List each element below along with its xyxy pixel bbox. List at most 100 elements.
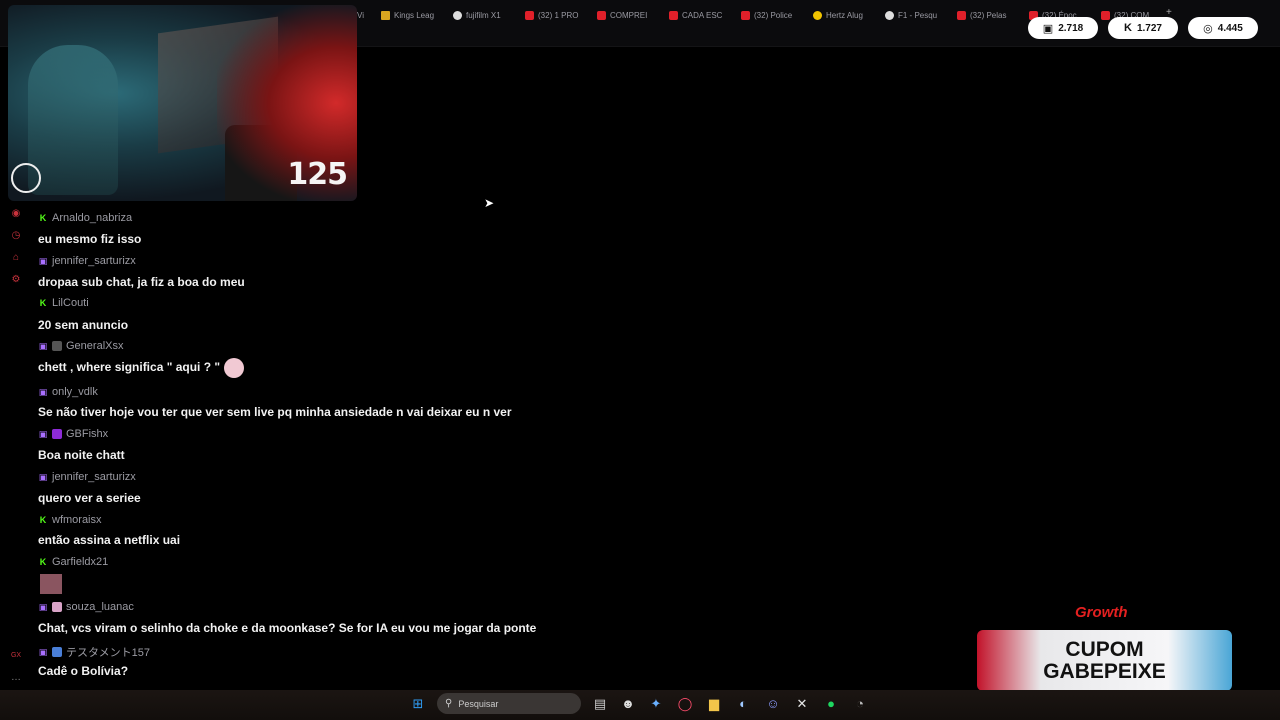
- total-viewer-count: 4.445: [1217, 22, 1243, 34]
- chat-username-row: ▣ souza_luanac: [38, 601, 134, 613]
- streamer-avatar-icon[interactable]: [11, 163, 41, 193]
- chat-username-row: ▣ jennifer_sarturizx: [38, 471, 136, 483]
- kick-icon: K: [39, 515, 47, 525]
- taskbar: ⊞ ⚲ Pesquisar ▤ ☻ ✦ ◯ ▆ ◐ ☺ ✕ ● ◔: [0, 690, 1280, 720]
- obs-icon[interactable]: ◔: [852, 696, 868, 712]
- browser-tab[interactable]: (32) 1 PRO: [525, 8, 581, 22]
- file-explorer-icon[interactable]: ▆: [706, 696, 722, 712]
- search-icon: ⚲: [445, 698, 453, 709]
- steam-icon[interactable]: ◐: [735, 696, 751, 712]
- opera-gx-icon[interactable]: ◯: [677, 696, 693, 712]
- browser-tab[interactable]: COMPREI: [597, 8, 653, 22]
- home-icon[interactable]: ⌂: [10, 252, 22, 264]
- record-icon[interactable]: ◉: [10, 208, 22, 220]
- taskbar-search[interactable]: ⚲ Pesquisar: [437, 693, 581, 714]
- chat-username-row: K Garfieldx21: [38, 556, 109, 568]
- app-icon[interactable]: ☻: [620, 696, 636, 712]
- webcam-figure: [28, 45, 118, 195]
- youtube-icon: [597, 10, 606, 20]
- chat-username[interactable]: テスタメント157: [66, 644, 150, 660]
- settings-icon[interactable]: ⚙: [10, 274, 22, 286]
- kick-viewers-pill: K 1.727: [1108, 17, 1178, 39]
- chat-username[interactable]: Garfieldx21: [52, 556, 108, 568]
- kick-icon: K: [39, 557, 47, 567]
- kick-viewer-count: 1.727: [1136, 22, 1162, 34]
- google-icon: [885, 10, 894, 20]
- chat-message: quero ver a seriee: [38, 491, 141, 505]
- user-badge-icon: [52, 602, 62, 612]
- spotify-icon[interactable]: ●: [823, 696, 839, 712]
- copilot-icon[interactable]: ✦: [648, 696, 664, 712]
- twitch-icon: ▣: [38, 341, 48, 351]
- user-badge-icon: [52, 647, 62, 657]
- twitch-icon: ▣: [38, 647, 48, 657]
- youtube-icon: [669, 10, 678, 20]
- chat-username[interactable]: jennifer_sarturizx: [52, 255, 136, 267]
- mouse-cursor-icon: ➤: [484, 196, 495, 210]
- sub-badge-icon: [52, 429, 62, 439]
- chat-username[interactable]: souza_luanac: [66, 601, 134, 613]
- promo-banner: CUPOM GABEPEIXE: [977, 630, 1232, 691]
- chat-message: Se não tiver hoje vou ter que ver sem li…: [38, 405, 512, 419]
- search-placeholder: Pesquisar: [458, 698, 499, 709]
- youtube-icon: [1101, 10, 1110, 20]
- windows-start-icon[interactable]: ⊞: [410, 696, 426, 712]
- discord-icon[interactable]: ☺: [765, 696, 781, 712]
- twitch-icon: ▣: [38, 602, 48, 612]
- task-view-icon[interactable]: ▤: [592, 696, 608, 712]
- chat-username-row: ▣ jennifer_sarturizx: [38, 255, 136, 267]
- browser-tab-partial[interactable]: Vi: [357, 8, 364, 22]
- twitch-icon: ▣: [38, 472, 48, 482]
- globe-icon: ◎: [1203, 22, 1213, 35]
- chat-username[interactable]: wfmoraisx: [52, 514, 102, 526]
- chat-username[interactable]: only_vdlk: [52, 386, 98, 398]
- twitch-icon: ▣: [1042, 22, 1054, 35]
- chat-username[interactable]: LilCouti: [52, 297, 89, 309]
- youtube-icon: [525, 10, 534, 20]
- chat-message: chett , where significa " aqui ? ": [38, 358, 245, 378]
- webcam-overlay: 125: [8, 5, 357, 201]
- chat-message: eu mesmo fiz isso: [38, 232, 142, 246]
- browser-tab[interactable]: F1 - Pesqu: [885, 8, 943, 22]
- kick-icon: K: [39, 213, 47, 223]
- twitch-viewers-pill: ▣ 2.718: [1028, 17, 1098, 39]
- browser-tab[interactable]: Kings Leag: [381, 8, 439, 22]
- twitch-icon: ▣: [38, 256, 48, 266]
- browser-tab[interactable]: (32) Pelas: [957, 8, 1013, 22]
- twitch-viewer-count: 2.718: [1058, 22, 1084, 34]
- gx-icon[interactable]: GX: [10, 650, 22, 662]
- promo-line-2: GABEPEIXE: [1043, 659, 1166, 683]
- total-viewers-pill: ◎ 4.445: [1188, 17, 1258, 39]
- chat-username-row: K wfmoraisx: [38, 514, 102, 526]
- browser-tab[interactable]: CADA ESC: [669, 8, 725, 22]
- chat-username-row: ▣ GBFishx: [38, 428, 108, 440]
- growth-logo: Growth: [1075, 604, 1128, 621]
- chat-message: Cadê o Bolívia?: [38, 664, 129, 678]
- chat-username[interactable]: GBFishx: [66, 428, 108, 440]
- youtube-icon: [957, 10, 966, 20]
- chat-username[interactable]: GeneralXsx: [66, 340, 123, 352]
- chat-username-row: ▣ GeneralXsx: [38, 340, 124, 352]
- kick-icon: K: [1124, 22, 1132, 34]
- capcut-icon[interactable]: ✕: [794, 696, 810, 712]
- chat-username-row: K Arnaldo_nabriza: [38, 212, 132, 224]
- chat-username-row: K LilCouti: [38, 297, 89, 309]
- browser-tab[interactable]: fujifilm X1: [453, 8, 509, 22]
- chat-username[interactable]: jennifer_sarturizx: [52, 471, 136, 483]
- image-emote: [40, 574, 62, 594]
- twitch-icon: ▣: [38, 387, 48, 397]
- chat-message: Chat, vcs viram o selinho da choke e da …: [38, 621, 537, 635]
- browser-tab[interactable]: Hertz Alug: [813, 8, 871, 22]
- youtube-icon: [741, 10, 750, 20]
- chat-username-row: ▣ テスタメント157: [38, 644, 150, 660]
- more-icon[interactable]: …: [10, 672, 22, 684]
- kick-icon: K: [39, 298, 47, 308]
- promo-line-1: CUPOM: [1065, 637, 1144, 661]
- clock-icon[interactable]: ◷: [10, 230, 22, 242]
- chat-username-row: ▣ only_vdlk: [38, 386, 98, 398]
- chat-message: dropaa sub chat, ja fiz a boa do meu: [38, 275, 245, 289]
- user-badge-icon: [52, 341, 62, 351]
- chat-username[interactable]: Arnaldo_nabriza: [52, 212, 132, 224]
- chat-message: Boa noite chatt: [38, 448, 125, 462]
- browser-tab[interactable]: (32) Police: [741, 8, 799, 22]
